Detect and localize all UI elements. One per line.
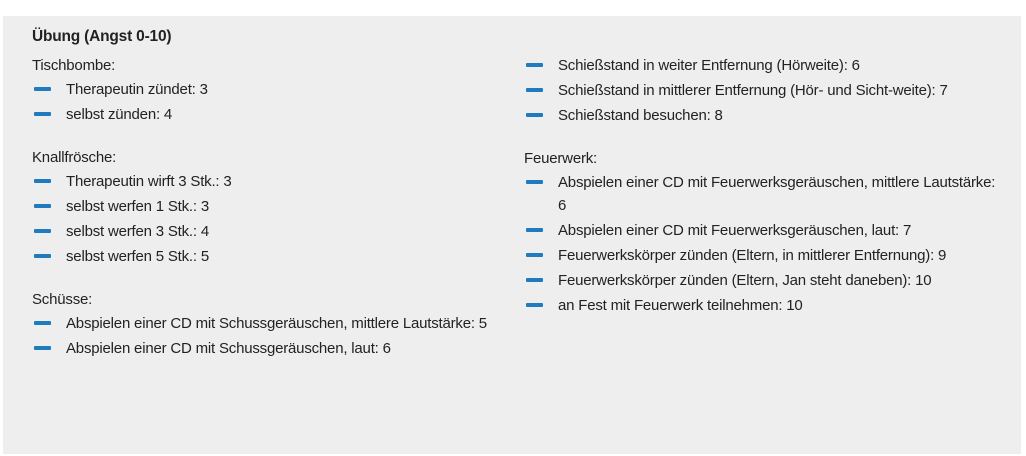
dash-bullet-icon <box>526 303 543 307</box>
dash-bullet-icon <box>34 204 51 208</box>
dash-bullet-icon <box>34 229 51 233</box>
dash-bullet-icon <box>34 87 51 91</box>
dash-bullet-icon <box>34 179 51 183</box>
list-item-text: Abspielen einer CD mit Feuerwerksgeräusc… <box>558 222 912 239</box>
dash-bullet-icon <box>526 180 543 184</box>
list-item: Schießstand in weiter Entfernung (Hörwei… <box>524 54 1004 77</box>
list-item-text: Abspielen einer CD mit Schussgeräuschen,… <box>66 315 487 332</box>
exercise-group: Tischbombe: Therapeutin zündet: 3 selbst z… <box>32 54 502 126</box>
list-item-text: selbst werfen 3 Stk.: 4 <box>66 223 209 240</box>
list-item-text: selbst zünden: 4 <box>66 106 173 123</box>
list-item: selbst werfen 1 Stk.: 3 <box>32 195 502 218</box>
list-item: selbst werfen 5 Stk.: 5 <box>32 245 502 268</box>
list-item-text: Therapeutin zündet: 3 <box>66 81 208 98</box>
list-item-text: Abspielen einer CD mit Feuerwerksgeräusc… <box>558 174 996 214</box>
list-item-text: selbst werfen 5 Stk.: 5 <box>66 248 209 265</box>
list-item-text: Therapeutin wirft 3 Stk.: 3 <box>66 173 232 190</box>
list-item-text: selbst werfen 1 Stk.: 3 <box>66 198 209 215</box>
exercise-group: Schüsse: Abspielen einer CD mit Schussger… <box>32 288 502 360</box>
dash-bullet-icon <box>34 112 51 116</box>
list-item-text: Schießstand in mittlerer Entfernung (Hör… <box>558 82 948 99</box>
left-column: Tischbombe: Therapeutin zündet: 3 selbst z… <box>32 54 502 380</box>
list-item: Abspielen einer CD mit Feuerwerksgeräusc… <box>524 219 1004 242</box>
dash-bullet-icon <box>34 346 51 350</box>
list-item: Feuerwerkskörper zünden (Eltern, in mitt… <box>524 244 1004 267</box>
dash-bullet-icon <box>526 228 543 232</box>
box-title: Übung (Angst 0-10) <box>32 28 172 45</box>
list-item: Therapeutin wirft 3 Stk.: 3 <box>32 170 502 193</box>
dash-bullet-icon <box>526 88 543 92</box>
dash-bullet-icon <box>526 63 543 67</box>
dash-bullet-icon <box>34 254 51 258</box>
list-item: selbst zünden: 4 <box>32 103 502 126</box>
exercise-group: Knallfrösche: Therapeutin wirft 3 Stk.: 3… <box>32 146 502 268</box>
exercise-group: Feuerwerk: Abspielen einer CD mit Feuerwe… <box>524 147 1004 317</box>
list-item-text: Abspielen einer CD mit Schussgeräuschen,… <box>66 340 391 357</box>
list-item: Abspielen einer CD mit Schussgeräuschen,… <box>32 312 502 335</box>
list-item: Abspielen einer CD mit Schussgeräuschen,… <box>32 337 502 360</box>
dash-bullet-icon <box>526 278 543 282</box>
list-item: Therapeutin zündet: 3 <box>32 78 502 101</box>
list-item-text: an Fest mit Feuerwerk teilnehmen: 10 <box>558 297 803 314</box>
list-item: an Fest mit Feuerwerk teilnehmen: 10 <box>524 294 1004 317</box>
dash-bullet-icon <box>34 321 51 325</box>
list-item: Schießstand in mittlerer Entfernung (Hör… <box>524 79 1004 102</box>
list-item-text: Schießstand besuchen: 8 <box>558 107 723 124</box>
group-heading: Tischbombe: <box>32 57 116 74</box>
list-item-text: Schießstand in weiter Entfernung (Hörwei… <box>558 57 860 74</box>
list-item: selbst werfen 3 Stk.: 4 <box>32 220 502 243</box>
list-item: Schießstand besuchen: 8 <box>524 104 1004 127</box>
dash-bullet-icon <box>526 113 543 117</box>
right-column: Schießstand in weiter Entfernung (Hörwei… <box>524 54 1004 337</box>
dash-bullet-icon <box>526 253 543 257</box>
group-heading: Feuerwerk: <box>524 150 598 167</box>
list-item-text: Feuerwerkskörper zünden (Eltern, Jan ste… <box>558 272 932 289</box>
list-item: Abspielen einer CD mit Feuerwerksgeräusc… <box>524 171 1004 217</box>
group-heading: Knallfrösche: <box>32 149 117 166</box>
list-item-text: Feuerwerkskörper zünden (Eltern, in mitt… <box>558 247 947 264</box>
exercise-group: Schießstand in weiter Entfernung (Hörwei… <box>524 54 1004 127</box>
list-item: Feuerwerkskörper zünden (Eltern, Jan ste… <box>524 269 1004 292</box>
group-heading: Schüsse: <box>32 291 93 308</box>
